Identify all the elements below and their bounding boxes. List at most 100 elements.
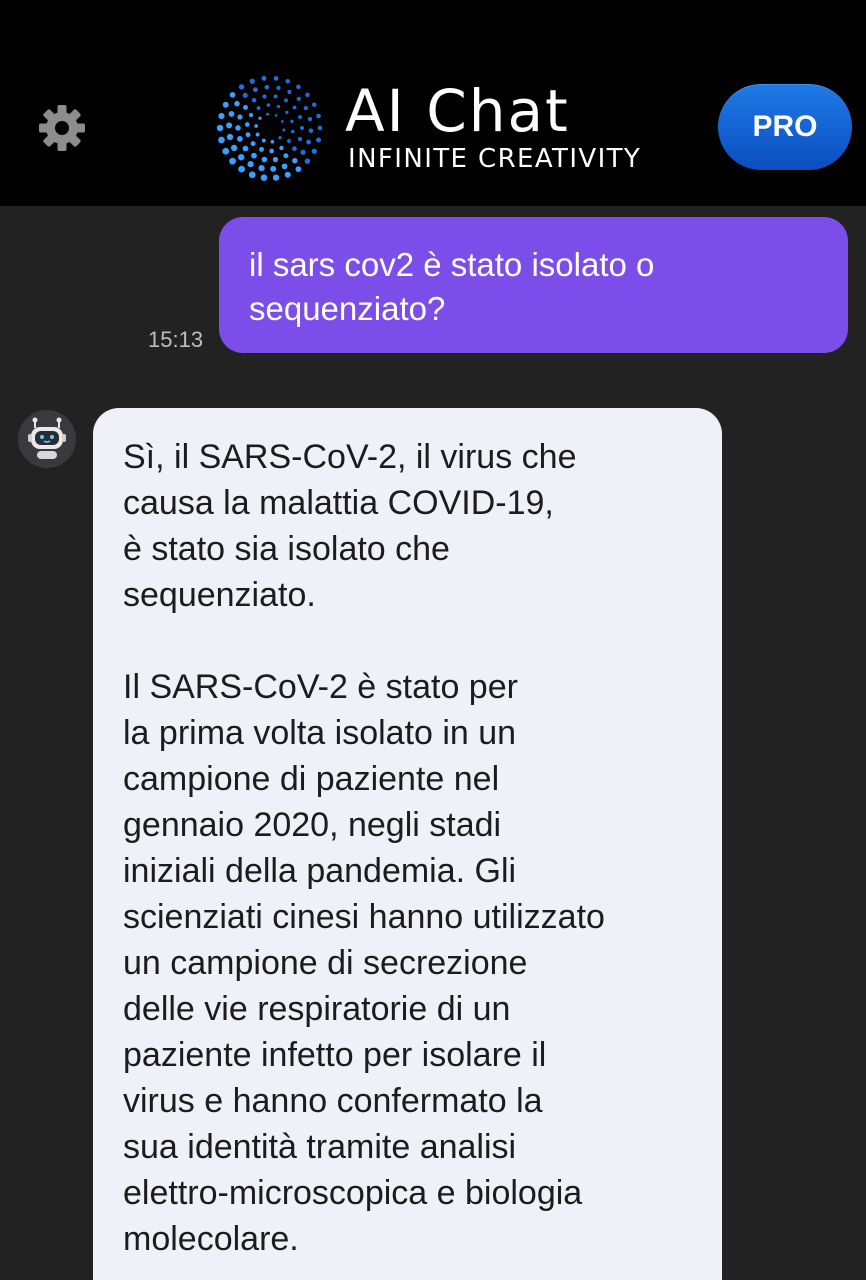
- logo-dot: [266, 103, 271, 107]
- logo-dot: [272, 156, 279, 163]
- logo-dot: [238, 153, 245, 161]
- logo-dot: [248, 112, 254, 118]
- logo-dot: [218, 136, 225, 144]
- logo-dot: [229, 157, 236, 165]
- logo-dot: [226, 133, 234, 141]
- logo-dot: [299, 126, 305, 131]
- logo-dot: [295, 166, 302, 173]
- logo-dot: [258, 165, 265, 172]
- logo-dot: [284, 171, 291, 178]
- logo-dot: [274, 114, 278, 117]
- logo-dot: [261, 156, 268, 163]
- app-header: AI Chat INFINITE CREATIVITY PRO: [0, 0, 866, 206]
- logo-dot: [292, 105, 297, 110]
- bot-message-paragraph: Il SARS-CoV-2 è stato per la prima volta…: [123, 668, 605, 1258]
- logo-dot: [242, 92, 248, 98]
- user-message-bubble: il sars cov2 è stato isolato o sequenzia…: [219, 217, 848, 353]
- logo-dot: [282, 128, 286, 132]
- settings-button[interactable]: [36, 102, 88, 154]
- logo-dot: [259, 146, 264, 152]
- logo-dot: [276, 104, 281, 109]
- dotted-sphere-logo: [216, 75, 323, 181]
- logo-dot: [228, 111, 235, 117]
- gear-icon: [39, 105, 85, 151]
- logo-dot: [307, 116, 313, 122]
- logo-dot: [276, 85, 281, 91]
- logo-dot: [296, 96, 301, 101]
- logo-dot: [270, 139, 275, 144]
- logo-dot: [272, 174, 280, 181]
- logo-dot: [286, 139, 291, 143]
- logo-dot: [303, 106, 308, 111]
- logo-dot: [238, 165, 245, 173]
- logo-dot: [290, 129, 295, 134]
- user-message-text: il sars cov2 è stato isolato o sequenzia…: [249, 246, 655, 327]
- bot-message-bubble: Sì, il SARS-CoV-2, il virus che causa la…: [93, 408, 722, 1280]
- logo-dot: [247, 160, 254, 168]
- logo-dot: [250, 141, 256, 147]
- logo-dot: [261, 138, 266, 143]
- logo-dot: [222, 101, 229, 108]
- chat-screen: AI Chat INFINITE CREATIVITY PRO il sars …: [0, 0, 866, 1280]
- logo-dot: [292, 146, 297, 151]
- logo-dot: [258, 116, 262, 120]
- logo-dot: [266, 112, 270, 116]
- logo-dot: [284, 98, 288, 103]
- robot-icon: [18, 410, 76, 468]
- logo-dot: [285, 110, 289, 115]
- logo-dot: [292, 157, 298, 164]
- logo-dot: [283, 153, 289, 159]
- logo-dot: [226, 122, 233, 129]
- logo-dot: [244, 122, 250, 127]
- logo-dot: [305, 92, 310, 98]
- logo-dot: [245, 132, 251, 138]
- logo-dot: [248, 171, 256, 179]
- logo-dot: [262, 94, 267, 99]
- logo-dot: [279, 145, 284, 151]
- logo-dot: [269, 148, 274, 154]
- bot-avatar: [18, 410, 76, 468]
- logo-dot: [249, 78, 255, 84]
- logo-dot: [251, 97, 257, 103]
- logo-dot: [297, 136, 303, 142]
- logo-dot: [281, 163, 288, 170]
- logo-dot: [218, 112, 225, 120]
- logo-dot: [242, 145, 249, 152]
- pro-button[interactable]: PRO: [718, 84, 852, 170]
- logo-dot: [237, 114, 243, 120]
- logo-dot: [306, 139, 311, 145]
- logo-dot: [251, 152, 257, 159]
- logo-dot: [316, 137, 322, 143]
- app-subtitle: INFINITE CREATIVITY: [348, 144, 642, 174]
- logo-dot: [308, 128, 314, 133]
- logo-dot: [216, 124, 224, 132]
- logo-dot: [230, 144, 238, 152]
- logo-dot: [296, 84, 301, 90]
- logo-dot: [261, 75, 267, 81]
- logo-dot: [252, 87, 258, 93]
- logo-dot: [304, 158, 311, 164]
- logo-dot: [316, 113, 321, 119]
- logo-dot: [285, 78, 290, 84]
- logo-dot: [222, 147, 230, 155]
- logo-dot: [256, 106, 261, 110]
- logo-dot: [281, 120, 284, 123]
- logo-dot: [229, 91, 236, 98]
- logo-dot: [237, 136, 243, 142]
- logo-dot: [243, 104, 248, 110]
- logo-dot: [311, 148, 317, 154]
- logo-dot: [264, 84, 270, 90]
- app-title: AI Chat: [345, 77, 570, 145]
- logo-dot: [278, 136, 282, 140]
- logo-dot: [260, 174, 268, 181]
- logo-dot: [254, 124, 258, 128]
- logo-dot: [273, 94, 278, 99]
- logo-dot: [273, 76, 279, 81]
- logo-dot: [312, 102, 317, 107]
- logo-dot: [317, 125, 323, 131]
- logo-dot: [238, 84, 245, 90]
- logo-dot: [235, 125, 241, 131]
- logo-dot: [287, 89, 292, 94]
- bot-message-paragraph: Sì, il SARS-CoV-2, il virus che causa la…: [123, 438, 577, 614]
- message-timestamp: 15:13: [148, 327, 204, 352]
